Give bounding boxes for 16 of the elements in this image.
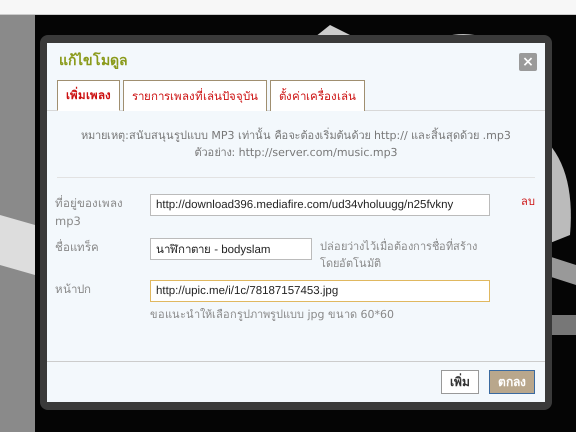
tab[interactable]: ตั้งค่าเครื่องเล่น: [270, 80, 365, 112]
field-label: ที่อยู่ของเพลง mp3: [54, 194, 124, 230]
field-label: หน้าปก: [54, 281, 92, 298]
input-field[interactable]: http://download396.mediafire.com/ud34vholuugg/n25fvkny: [150, 194, 490, 216]
dialog-title: แก้ไขโมดูล: [59, 51, 128, 71]
note-text: ตัวอย่าง: http://server.com/music.mp3: [193, 145, 399, 162]
note-text: หมายเหตุ:สนับสนุนรูปแบบ MP3 เท่านั้น คือจะต้องเริ่มต้นด้วย http:// และสิ้นสุดด้วย .mp3: [80, 127, 512, 144]
tab[interactable]: เพิ่มเพลง: [57, 80, 120, 112]
delete-link[interactable]: ลบ: [521, 194, 535, 211]
input-field[interactable]: นาฬิกาตาย - bodyslam: [150, 238, 312, 260]
hint-text: ปล่อยว่างไว้เมื่อต้องการชื่อที่สร้างโดยอัตโนมัติ: [320, 238, 478, 272]
add-button[interactable]: เพิ่ม: [441, 370, 479, 394]
tab[interactable]: รายการเพลงที่เล่นปัจจุบัน: [123, 80, 267, 112]
input-field[interactable]: http://upic.me/i/1c/78187157453.jpg: [150, 280, 490, 302]
hint-text: ขอแนะนำให้เลือกรูปภาพรูปแบบ jpg ขนาด 60*60: [150, 307, 396, 324]
field-label: ชื่อแทร็ค: [54, 238, 100, 256]
